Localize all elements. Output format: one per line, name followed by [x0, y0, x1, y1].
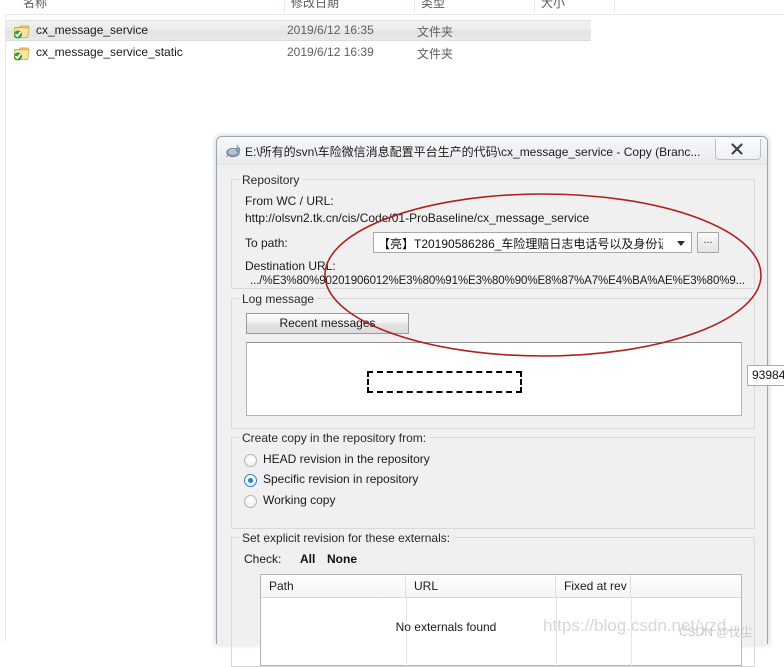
- file-date-modified: 2019/6/12 16:35: [287, 23, 374, 37]
- tortoisesvn-icon: [225, 143, 241, 159]
- create-copy-group-label: Create copy in the repository from:: [239, 431, 430, 445]
- from-wc-url-label: From WC / URL:: [245, 194, 334, 208]
- to-path-label: To path:: [245, 236, 288, 250]
- radio-specific-revision-label: Specific revision in repository: [263, 472, 419, 486]
- externals-group-label: Set explicit revision for these external…: [239, 531, 454, 545]
- destination-url-label: Destination URL:: [245, 259, 336, 273]
- to-path-combobox[interactable]: 【亮】T20190586286_车险理赔日志电话号以及身份证信息脱敏: [373, 232, 692, 253]
- file-type: 文件夹: [417, 47, 454, 61]
- create-copy-group: Create copy in the repository from: HEAD…: [231, 431, 755, 529]
- file-list-column-header: 名称 修改日期 类型 大小: [5, 0, 784, 15]
- folder-svn-normal-icon: [14, 46, 30, 61]
- externals-column-filler: [631, 575, 741, 597]
- destination-url-value: .../%E3%80%90201906012%E3%80%91%E3%80%90…: [250, 275, 745, 287]
- recent-messages-button[interactable]: Recent messages: [246, 313, 409, 334]
- externals-column-url[interactable]: URL: [406, 575, 556, 597]
- radio-indicator-selected[interactable]: [244, 474, 257, 487]
- log-message-group: Log message Recent messages: [231, 292, 755, 429]
- check-all-link[interactable]: All: [300, 552, 315, 566]
- file-name: cx_message_service_static: [36, 45, 183, 59]
- file-type: 文件夹: [417, 25, 454, 39]
- log-message-textarea[interactable]: [246, 342, 742, 416]
- file-list-row-selected[interactable]: cx_message_service 2019/6/12 16:35 文件夹: [6, 20, 591, 41]
- folder-svn-normal-icon: [14, 24, 30, 39]
- dialog-titlebar[interactable]: E:\所有的svn\车险微信消息配置平台生产的代码\cx_message_ser…: [217, 137, 767, 165]
- revision-number-input[interactable]: 93984: [747, 365, 784, 386]
- chevron-down-icon[interactable]: [677, 241, 685, 246]
- repository-group-label: Repository: [239, 173, 303, 187]
- from-wc-url-value: http://olsvn2.tk.cn/cis/Code/01-ProBasel…: [245, 211, 590, 225]
- radio-working-copy-label: Working copy: [263, 493, 336, 507]
- column-header-filler: [615, 0, 784, 13]
- repository-group: Repository From WC / URL: http://olsvn2.…: [231, 173, 755, 289]
- dashed-annotation-box: [367, 371, 522, 393]
- radio-indicator[interactable]: [244, 495, 257, 508]
- externals-group: Set explicit revision for these external…: [231, 531, 755, 667]
- check-label: Check:: [244, 552, 282, 566]
- browse-button[interactable]: ...: [697, 232, 719, 253]
- navigation-pane-edge: [0, 0, 6, 642]
- externals-table-header: Path URL Fixed at rev: [261, 575, 741, 598]
- file-list-row[interactable]: cx_message_service_static 2019/6/12 16:3…: [6, 43, 591, 64]
- branch-tag-dialog: E:\所有的svn\车险微信消息配置平台生产的代码\cx_message_ser…: [216, 136, 784, 667]
- dialog-title: E:\所有的svn\车险微信消息配置平台生产的代码\cx_message_ser…: [245, 145, 701, 159]
- column-header-name[interactable]: 名称: [17, 0, 285, 13]
- column-header-type[interactable]: 类型: [415, 0, 535, 13]
- close-icon[interactable]: [715, 139, 761, 160]
- radio-indicator[interactable]: [244, 454, 257, 467]
- check-none-link[interactable]: None: [327, 552, 357, 566]
- dialog-body: Repository From WC / URL: http://olsvn2.…: [217, 165, 784, 667]
- log-message-group-label: Log message: [239, 292, 318, 306]
- radio-head-revision-label: HEAD revision in the repository: [263, 452, 430, 466]
- file-date-modified: 2019/6/12 16:39: [287, 45, 374, 59]
- externals-column-path[interactable]: Path: [261, 575, 406, 597]
- file-name: cx_message_service: [36, 23, 149, 37]
- externals-column-fixed-at-rev[interactable]: Fixed at rev: [556, 575, 631, 597]
- to-path-input[interactable]: 【亮】T20190586286_车险理赔日志电话号以及身份证信息脱敏: [378, 235, 663, 252]
- watermark-brand: CSDN @伐尘: [679, 625, 753, 639]
- column-header-size[interactable]: 大小: [535, 0, 615, 13]
- column-header-date-modified[interactable]: 修改日期: [285, 0, 415, 13]
